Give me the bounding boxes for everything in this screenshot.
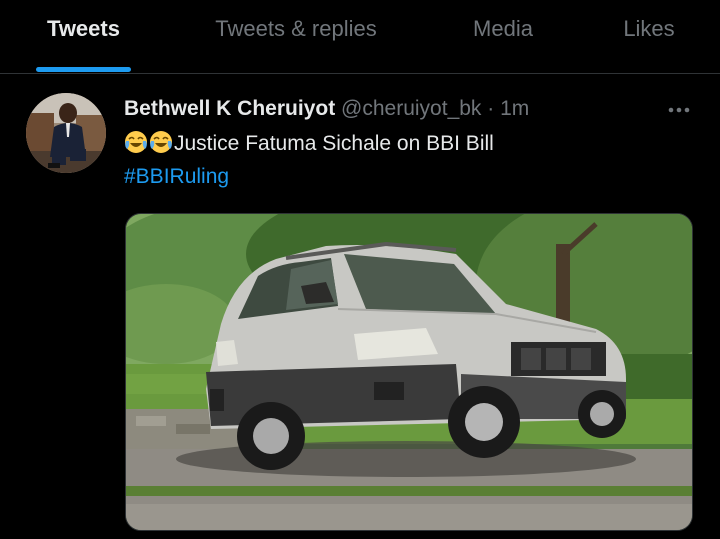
face-with-tears-of-joy-icon bbox=[150, 131, 172, 153]
tweet-timestamp[interactable]: 1m bbox=[500, 97, 529, 120]
profile-tabs: Tweets Tweets & replies Media Likes bbox=[0, 0, 720, 74]
tweet-text: Justice Fatuma Sichale on BBI Bill bbox=[124, 129, 494, 159]
tweet-text-content: Justice Fatuma Sichale on BBI Bill bbox=[174, 132, 494, 155]
tweet-media-image[interactable] bbox=[125, 213, 693, 531]
author-handle[interactable]: @cheruiyot_bk bbox=[341, 97, 481, 120]
tweet[interactable]: Bethwell K Cheruiyot @cheruiyot_bk · 1m … bbox=[0, 74, 720, 539]
tab-media[interactable]: Media bbox=[452, 0, 554, 73]
active-tab-indicator bbox=[36, 67, 131, 72]
author-name[interactable]: Bethwell K Cheruiyot bbox=[124, 97, 335, 120]
tab-tweets-and-replies[interactable]: Tweets & replies bbox=[195, 0, 397, 73]
avatar[interactable] bbox=[26, 93, 106, 173]
tweet-header: Bethwell K Cheruiyot @cheruiyot_bk · 1m bbox=[124, 95, 529, 123]
face-with-tears-of-joy-icon bbox=[125, 131, 147, 153]
more-dots bbox=[668, 107, 690, 113]
header-separator: · bbox=[487, 97, 495, 120]
car-photo bbox=[126, 214, 692, 530]
tab-likes[interactable]: Likes bbox=[604, 0, 694, 73]
tab-tweets[interactable]: Tweets bbox=[22, 0, 145, 73]
more-horizontal-icon[interactable] bbox=[660, 98, 698, 122]
avatar-photo bbox=[26, 93, 106, 173]
hashtag-link[interactable]: #BBIRuling bbox=[124, 162, 229, 192]
